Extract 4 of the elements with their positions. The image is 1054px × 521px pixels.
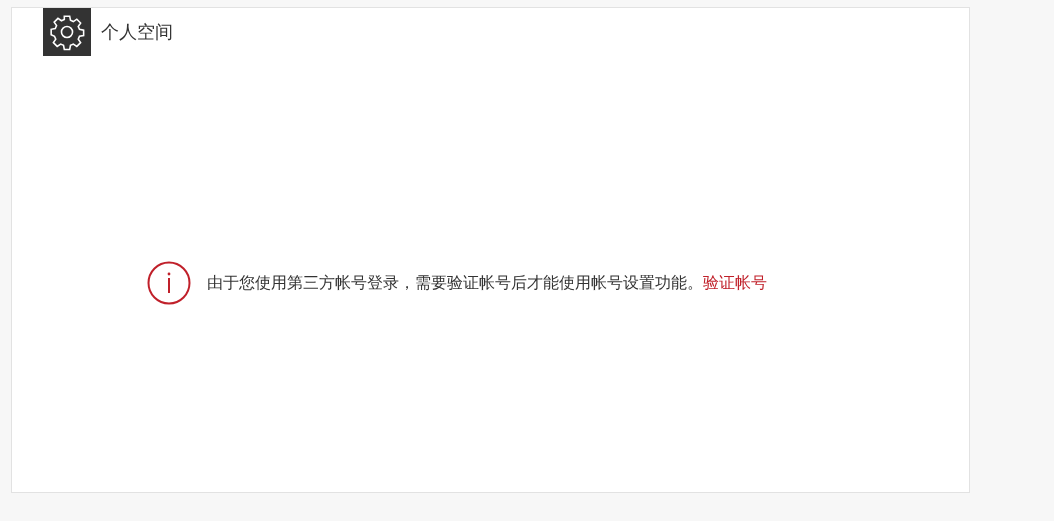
page-title: 个人空间 [101, 20, 173, 44]
verify-account-link[interactable]: 验证帐号 [703, 272, 767, 292]
notice-message: 由于您使用第三方帐号登录，需要验证帐号后才能使用帐号设置功能。验证帐号 [207, 272, 767, 294]
info-icon [147, 261, 191, 305]
